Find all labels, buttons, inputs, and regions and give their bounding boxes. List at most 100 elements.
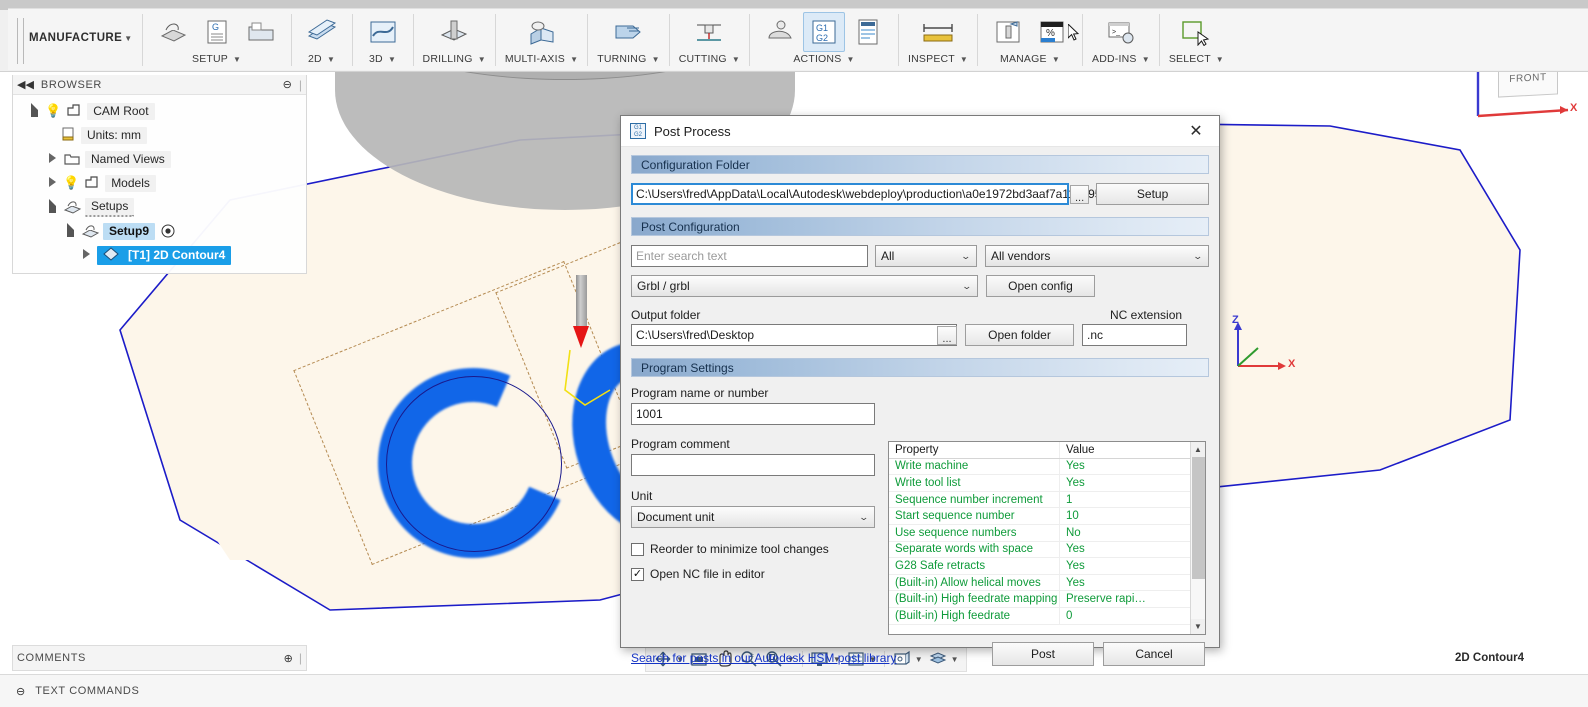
table-row[interactable]: Separate words with space Yes: [889, 541, 1190, 559]
tree-item-cam-root[interactable]: 💡 CAM Root: [13, 99, 306, 123]
post-search-input[interactable]: Enter search text: [631, 245, 868, 267]
multi-axis-icon[interactable]: [521, 12, 563, 52]
post-library-link[interactable]: Search for posts in our Autodesk HSM pos…: [631, 651, 896, 665]
dialog-title-bar[interactable]: G1 G2 Post Process ✕: [621, 116, 1219, 147]
chevron-down-icon[interactable]: ▼: [570, 55, 578, 64]
light-bulb-icon[interactable]: 💡: [45, 103, 61, 119]
light-bulb-icon[interactable]: 💡: [63, 175, 79, 191]
table-row[interactable]: Sequence number increment 1: [889, 491, 1190, 509]
circle-minus-icon[interactable]: ⊖: [283, 78, 292, 91]
chevron-down-icon[interactable]: ▼: [951, 655, 959, 664]
chevron-down-icon[interactable]: ▼: [652, 55, 660, 64]
setup-button[interactable]: Setup: [1096, 183, 1209, 205]
ribbon-group-label: DRILLING: [422, 53, 473, 65]
scrollbar-thumb[interactable]: [1191, 457, 1205, 579]
expander-open-icon[interactable]: [45, 198, 59, 216]
reorder-checkbox[interactable]: [631, 542, 644, 556]
tree-item-named-views[interactable]: Named Views: [13, 147, 306, 171]
config-folder-input[interactable]: C:\Users\fred\AppData\Local\Autodesk\web…: [631, 183, 1108, 205]
scroll-up-icon[interactable]: ▲: [1190, 442, 1205, 457]
chevron-down-icon[interactable]: ▼: [732, 55, 740, 64]
ribbon-drag-grip[interactable]: [17, 18, 24, 64]
program-name-input[interactable]: 1001: [631, 403, 875, 425]
open-folder-button[interactable]: Open folder: [965, 324, 1074, 346]
chevron-down-icon[interactable]: ▼: [915, 655, 923, 664]
2d-toolpath-icon[interactable]: [301, 12, 343, 52]
table-row[interactable]: Write machine Yes: [889, 458, 1190, 476]
program-comment-input[interactable]: [631, 454, 875, 476]
output-folder-browse-button[interactable]: ...: [937, 325, 957, 345]
output-folder-input: C:\Users\fred\Desktop: [631, 324, 957, 346]
expander-closed-icon[interactable]: [45, 176, 59, 190]
chevron-down-icon[interactable]: ▼: [1216, 55, 1224, 64]
circle-minus-icon[interactable]: ⊖: [16, 685, 25, 698]
chevron-down-icon[interactable]: ▼: [124, 34, 132, 43]
tree-item-units[interactable]: Units: mm: [13, 123, 306, 147]
table-row[interactable]: Start sequence number 10: [889, 508, 1190, 525]
double-chevron-left-icon[interactable]: ◀◀: [17, 78, 34, 91]
open-config-button[interactable]: Open config: [986, 275, 1095, 297]
tree-item-setups[interactable]: Setups: [13, 195, 306, 219]
table-row[interactable]: (Built-in) High feedrate 0: [889, 607, 1190, 625]
expander-open-icon[interactable]: [63, 222, 77, 240]
tree-item-selected-row[interactable]: [T1] 2D Contour4: [97, 245, 232, 265]
post-configuration-dropdown[interactable]: Grbl / grbl ⌄: [631, 275, 978, 297]
table-row[interactable]: Write tool list Yes: [889, 475, 1190, 492]
measure-icon[interactable]: [917, 12, 959, 52]
tree-item-setup9[interactable]: Setup9: [13, 219, 306, 243]
scroll-down-icon[interactable]: ▼: [1190, 619, 1205, 634]
post-vendor-filter-dropdown[interactable]: All vendors ⌄: [985, 245, 1209, 267]
tree-item-models[interactable]: 💡 Models: [13, 171, 306, 195]
nc-extension-input[interactable]: .nc: [1082, 324, 1187, 346]
tree-item-2d-contour4[interactable]: [T1] 2D Contour4: [13, 243, 306, 267]
nc-extension-value: .nc: [1087, 328, 1104, 342]
chevron-down-icon[interactable]: ▼: [327, 55, 335, 64]
visual-style-icon[interactable]: ▼: [926, 648, 961, 670]
table-row[interactable]: G28 Safe retracts Yes: [889, 558, 1190, 575]
post-button[interactable]: Post: [992, 642, 1094, 666]
drilling-icon[interactable]: [433, 12, 475, 52]
expander-open-icon[interactable]: [27, 102, 41, 120]
comments-title: COMMENTS: [17, 652, 86, 664]
chevron-down-icon[interactable]: ▼: [847, 55, 855, 64]
table-row[interactable]: Use sequence numbers No: [889, 524, 1190, 542]
workspace-selector[interactable]: MANUFACTURE ▼: [27, 9, 138, 70]
config-folder-browse-button[interactable]: ...: [1070, 184, 1090, 204]
scripts-addins-icon[interactable]: >_: [1100, 12, 1142, 52]
circle-plus-icon[interactable]: ⊕: [284, 652, 293, 665]
table-row[interactable]: (Built-in) High feedrate mapping Preserv…: [889, 591, 1190, 608]
properties-scrollbar[interactable]: ▲ ▼: [1190, 442, 1205, 634]
chevron-down-icon[interactable]: ▼: [478, 55, 486, 64]
setup-active-icon[interactable]: [159, 223, 177, 239]
chevron-down-icon[interactable]: ▼: [1142, 55, 1150, 64]
setup-sheet-icon[interactable]: [847, 12, 889, 52]
chevron-down-icon[interactable]: ▼: [233, 55, 241, 64]
setup-icon[interactable]: [152, 12, 194, 52]
text-commands-panel[interactable]: ⊖ TEXT COMMANDS: [0, 674, 1588, 707]
3d-toolpath-icon[interactable]: [362, 12, 404, 52]
post-process-icon[interactable]: G1 G2: [803, 12, 846, 52]
expander-closed-icon[interactable]: [79, 248, 93, 262]
table-row[interactable]: (Built-in) Allow helical moves Yes: [889, 574, 1190, 592]
machining-time-icon[interactable]: %: [1031, 12, 1073, 52]
cancel-button[interactable]: Cancel: [1103, 642, 1205, 666]
cutting-icon[interactable]: [688, 12, 730, 52]
turning-icon[interactable]: [607, 12, 649, 52]
folder-setup-icon[interactable]: [240, 12, 282, 52]
status-bar-active-operation: 2D Contour4: [1455, 652, 1524, 664]
post-type-filter-dropdown[interactable]: All ⌄: [875, 245, 977, 267]
g-code-list-icon[interactable]: G: [196, 12, 238, 52]
select-icon[interactable]: [1175, 12, 1217, 52]
chevron-down-icon[interactable]: ▼: [388, 55, 396, 64]
simulate-icon[interactable]: [759, 12, 801, 52]
close-icon[interactable]: ✕: [1175, 116, 1217, 146]
unit-dropdown[interactable]: Document unit ⌄: [631, 506, 875, 528]
expander-closed-icon[interactable]: [45, 152, 59, 166]
scrollbar-track[interactable]: [1190, 457, 1205, 619]
comments-panel[interactable]: COMMENTS ⊕ |: [12, 645, 307, 671]
chevron-down-icon[interactable]: ▼: [960, 55, 968, 64]
open-editor-checkbox[interactable]: ✓: [631, 567, 644, 581]
chevron-down-icon[interactable]: ▼: [1052, 55, 1060, 64]
tool-library-icon[interactable]: [987, 12, 1029, 52]
post-properties-table[interactable]: Property Value Write machine Yes Write t…: [888, 441, 1206, 635]
